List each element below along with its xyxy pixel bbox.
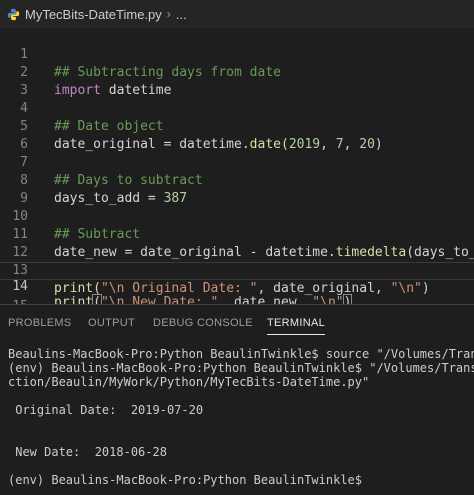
code-line: 8 days_to_add = 387 (0, 154, 474, 206)
code-line: 3 (0, 64, 474, 98)
code-line: 2 import datetime (0, 46, 474, 98)
terminal-line: ction/Beaulin/MyWork/Python/MyTecBits-Da… (8, 375, 370, 389)
tab-terminal[interactable]: TERMINAL (267, 317, 326, 335)
editor-tab-bar: MyTecBits-DateTime.py › ... (0, 0, 474, 28)
breadcrumb-ellipsis[interactable]: ... (176, 7, 187, 22)
breadcrumb-chevron-icon: › (166, 7, 171, 21)
code-line: 11 date_new = date_original - datetime.t… (0, 208, 474, 260)
tab-debug-console[interactable]: DEBUG CONSOLE (153, 317, 253, 329)
code-line: 4 ## Date object (0, 82, 474, 134)
tab-problems[interactable]: PROBLEMS (8, 317, 72, 329)
code-line: 12 (0, 226, 474, 260)
code-line: 5 date_original = datetime.date(2019, 7,… (0, 100, 474, 152)
terminal-prompt: (env) Beaulins-MacBook-Pro:Python Beauli… (8, 473, 363, 487)
tab-output[interactable]: OUTPUT (88, 317, 135, 329)
terminal-output-original-date: Original Date: 2019-07-20 (8, 403, 204, 417)
terminal-output-new-date: New Date: 2018-06-28 (8, 445, 167, 459)
code-line: 1 ## Subtracting days from date (0, 28, 474, 80)
python-file-icon (6, 7, 20, 21)
code-line: 7 ## Days to subtract (0, 136, 474, 188)
code-line: 6 (0, 118, 474, 152)
current-code-line: 14 print("\n New Date: ", date_new, "\n"… (0, 262, 474, 304)
panel-tab-bar: PROBLEMS OUTPUT DEBUG CONSOLE TERMINAL (0, 305, 474, 341)
code-line: 9 (0, 172, 474, 206)
code-line: 13 print("\n Original Date: ", date_orig… (0, 244, 474, 296)
code-line: 15 (0, 280, 474, 304)
terminal-panel[interactable]: Beaulins-MacBook-Pro:Python BeaulinTwink… (0, 341, 474, 495)
terminal-line: (env) Beaulins-MacBook-Pro:Python Beauli… (8, 361, 474, 375)
breadcrumb-filename[interactable]: MyTecBits-DateTime.py (25, 7, 162, 22)
code-line: 10 ## Subtract (0, 190, 474, 242)
code-editor[interactable]: 1 ## Subtracting days from date 2 import… (0, 28, 474, 304)
terminal-line: Beaulins-MacBook-Pro:Python BeaulinTwink… (8, 347, 474, 361)
